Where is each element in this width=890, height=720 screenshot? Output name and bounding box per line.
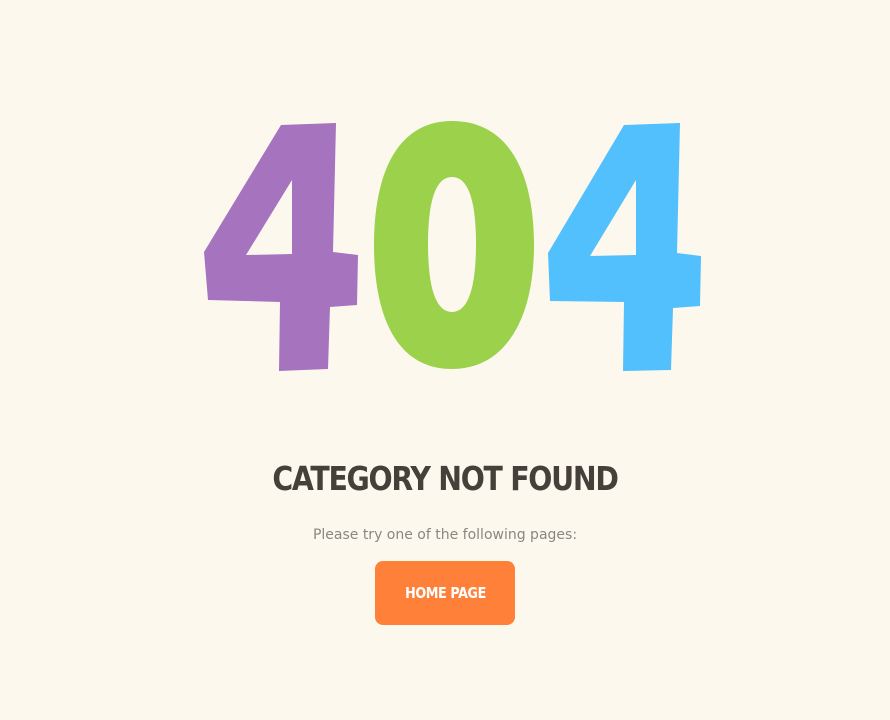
digit-0 bbox=[374, 121, 534, 369]
home-page-button[interactable]: HOME PAGE bbox=[375, 561, 515, 625]
error-code-404 bbox=[204, 121, 701, 371]
not-found-content: CATEGORY NOT FOUND Please try one of the… bbox=[0, 455, 890, 625]
home-page-button-label: HOME PAGE bbox=[404, 584, 486, 602]
digit-4-left bbox=[204, 123, 358, 371]
suggestion-text: Please try one of the following pages: bbox=[312, 527, 578, 543]
page-title: CATEGORY NOT FOUND bbox=[272, 459, 619, 498]
error-code-graphic bbox=[0, 0, 890, 420]
digit-4-right bbox=[548, 123, 701, 371]
